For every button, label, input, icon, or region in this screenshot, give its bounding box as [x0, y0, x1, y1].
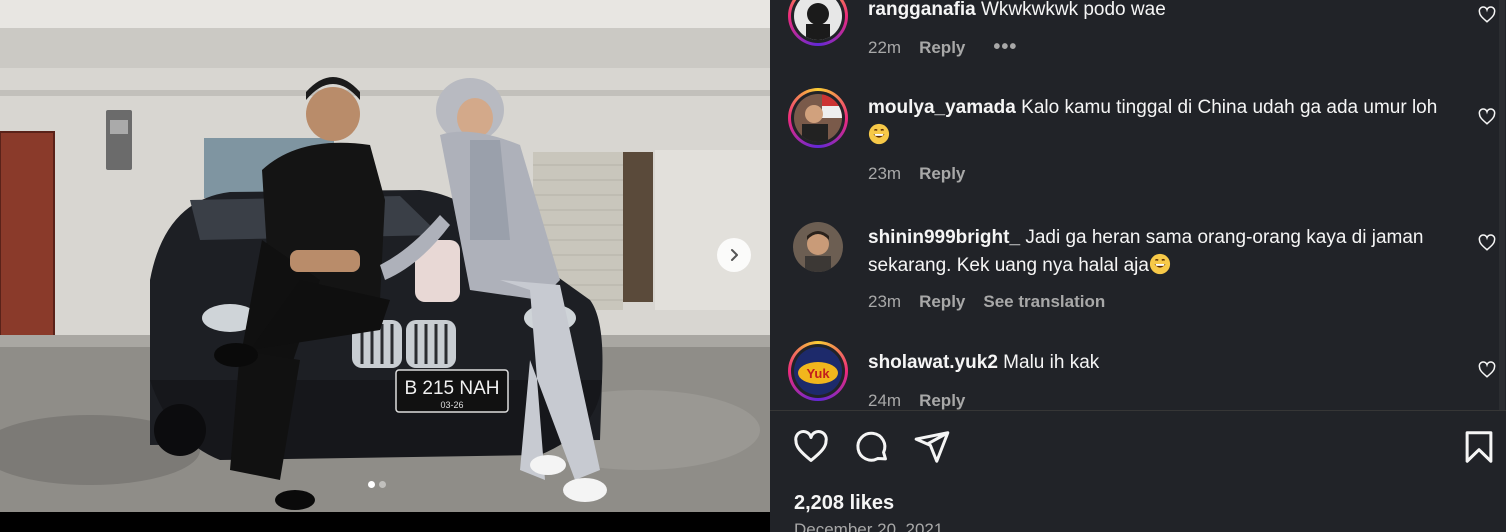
comment-text: moulya_yamada Kalo kamu tinggal di China… — [868, 94, 1458, 150]
comment-username[interactable]: moulya_yamada — [868, 97, 1016, 118]
see-translation-button[interactable]: See translation — [983, 292, 1105, 312]
carousel-indicator — [368, 481, 386, 488]
like-comment-heart-icon[interactable] — [1478, 234, 1496, 252]
avatar-logo-text: Yuk — [806, 366, 830, 381]
carousel-dot — [379, 481, 386, 488]
comment-meta: 23m Reply — [868, 164, 965, 184]
comment-icon[interactable] — [853, 428, 891, 466]
reply-button[interactable]: Reply — [919, 164, 965, 184]
avatar[interactable] — [788, 88, 848, 148]
photo-illustration: B 215 NAH 03-26 — [0, 0, 770, 512]
comment-username[interactable]: shinin999bright_ — [868, 227, 1020, 248]
reply-button[interactable]: Reply — [919, 391, 965, 410]
carousel-dot-active — [368, 481, 375, 488]
like-comment-heart-icon[interactable] — [1478, 108, 1496, 126]
comment-time: 24m — [868, 391, 902, 410]
carousel-next-button[interactable] — [717, 238, 751, 272]
reply-button[interactable]: Reply — [919, 38, 965, 58]
comment-text: sholawat.yuk2 Malu ih kak — [868, 349, 1468, 377]
heart-icon[interactable] — [792, 428, 830, 466]
comment-text: rangganafia Wkwkwkwk podo wae — [868, 0, 1468, 24]
like-comment-heart-icon[interactable] — [1478, 6, 1496, 24]
chevron-right-icon — [731, 249, 738, 261]
more-options-icon[interactable]: ••• — [993, 36, 1017, 59]
comments-panel: rangganafia Wkwkwkwk podo wae 22m Reply … — [770, 0, 1506, 532]
avatar[interactable]: Yuk — [788, 341, 848, 401]
license-plate-subtext: 03-26 — [440, 400, 463, 410]
grinning-sweat-emoji-icon — [1149, 253, 1171, 275]
comment-text: shinin999bright_ Jadi ga heran sama oran… — [868, 224, 1448, 280]
post-date: December 20, 2021 — [794, 520, 944, 532]
comments-scrollbar[interactable] — [1498, 0, 1506, 410]
comment-time: 23m — [868, 292, 902, 311]
avatar-image — [794, 94, 842, 142]
comment-username[interactable]: rangganafia — [868, 0, 976, 20]
comment-username[interactable]: sholawat.yuk2 — [868, 352, 998, 373]
avatar-image: Yuk — [794, 347, 842, 395]
post-actions — [770, 428, 1506, 468]
post-photo: B 215 NAH 03-26 — [0, 0, 770, 512]
like-comment-heart-icon[interactable] — [1478, 361, 1496, 379]
comment-time: 23m — [868, 164, 902, 183]
comment-time: 22m — [868, 37, 902, 57]
comment-meta: 23m Reply See translation — [868, 292, 1105, 312]
comment-body: Kalo kamu tinggal di China udah ga ada u… — [1021, 97, 1438, 118]
grinning-sweat-emoji-icon — [868, 123, 890, 145]
comments-list[interactable]: rangganafia Wkwkwkwk podo wae 22m Reply … — [770, 0, 1506, 410]
likes-count[interactable]: 2,208 likes — [794, 492, 894, 515]
comment-body: Wkwkwkwk podo wae — [980, 0, 1166, 20]
bookmark-icon[interactable] — [1460, 428, 1498, 466]
avatar[interactable] — [793, 222, 843, 272]
actions-divider — [770, 410, 1506, 411]
comment-meta: 22m Reply ••• — [868, 36, 1017, 59]
comment-body: Malu ih kak — [1003, 352, 1100, 373]
avatar-image — [794, 0, 842, 40]
license-plate-text: B 215 NAH — [404, 378, 499, 399]
share-icon[interactable] — [913, 428, 951, 466]
avatar-image — [793, 222, 843, 272]
reply-button[interactable]: Reply — [919, 292, 965, 312]
post-media: B 215 NAH 03-26 — [0, 0, 770, 532]
comment-meta: 24m Reply — [868, 391, 965, 410]
avatar[interactable] — [788, 0, 848, 46]
